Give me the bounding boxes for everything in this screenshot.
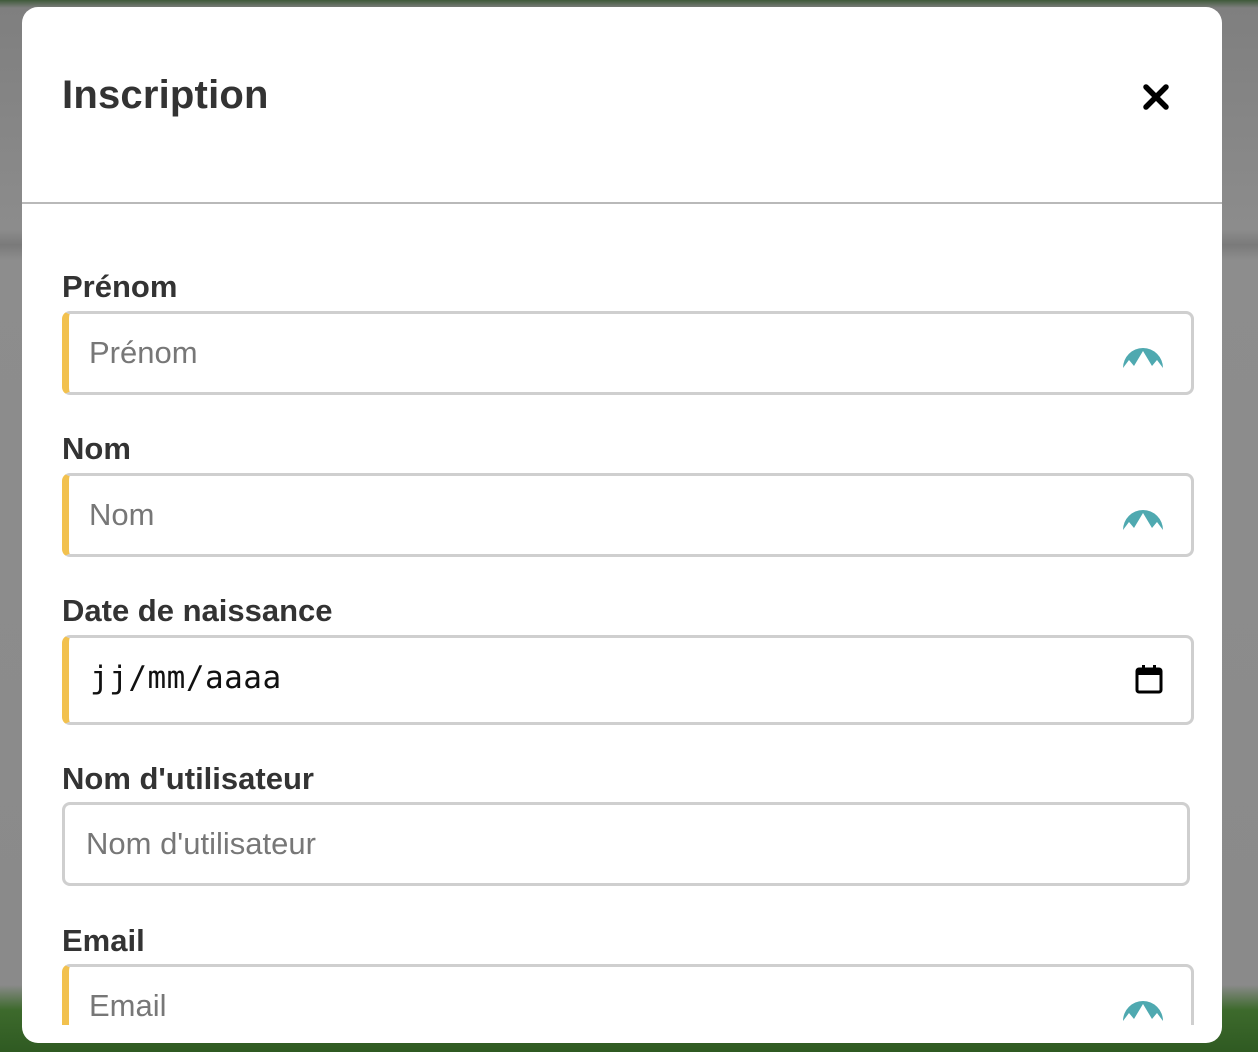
username-field[interactable] [62,802,1190,886]
email-label: Email [62,923,145,958]
birth-date-field[interactable]: jj/mm/aaaa [62,635,1194,725]
autofill-icon[interactable] [1122,498,1164,532]
username-input[interactable] [86,805,1096,883]
close-button[interactable] [1140,81,1172,113]
autofill-icon[interactable] [1122,336,1164,370]
registration-modal: Inscription Prénom Nom Date de naissance [22,7,1222,1043]
close-icon [1143,84,1169,110]
last-name-field[interactable] [62,473,1194,557]
username-label: Nom d'utilisateur [62,761,314,796]
birth-date-label: Date de naissance [62,593,333,628]
autofill-icon[interactable] [1122,989,1164,1023]
birth-date-input[interactable]: jj/mm/aaaa [90,660,282,696]
modal-title: Inscription [62,73,269,117]
email-input[interactable] [89,967,1099,1025]
last-name-label: Nom [62,431,131,466]
first-name-label: Prénom [62,269,178,304]
first-name-input[interactable] [89,314,1099,392]
calendar-icon[interactable] [1135,664,1163,694]
first-name-field[interactable] [62,311,1194,395]
registration-form: Prénom Nom Date de naissance jj/mm/aaaa [62,205,1202,1025]
last-name-input[interactable] [89,476,1099,554]
email-field[interactable] [62,964,1194,1025]
modal-header: Inscription [22,7,1222,204]
